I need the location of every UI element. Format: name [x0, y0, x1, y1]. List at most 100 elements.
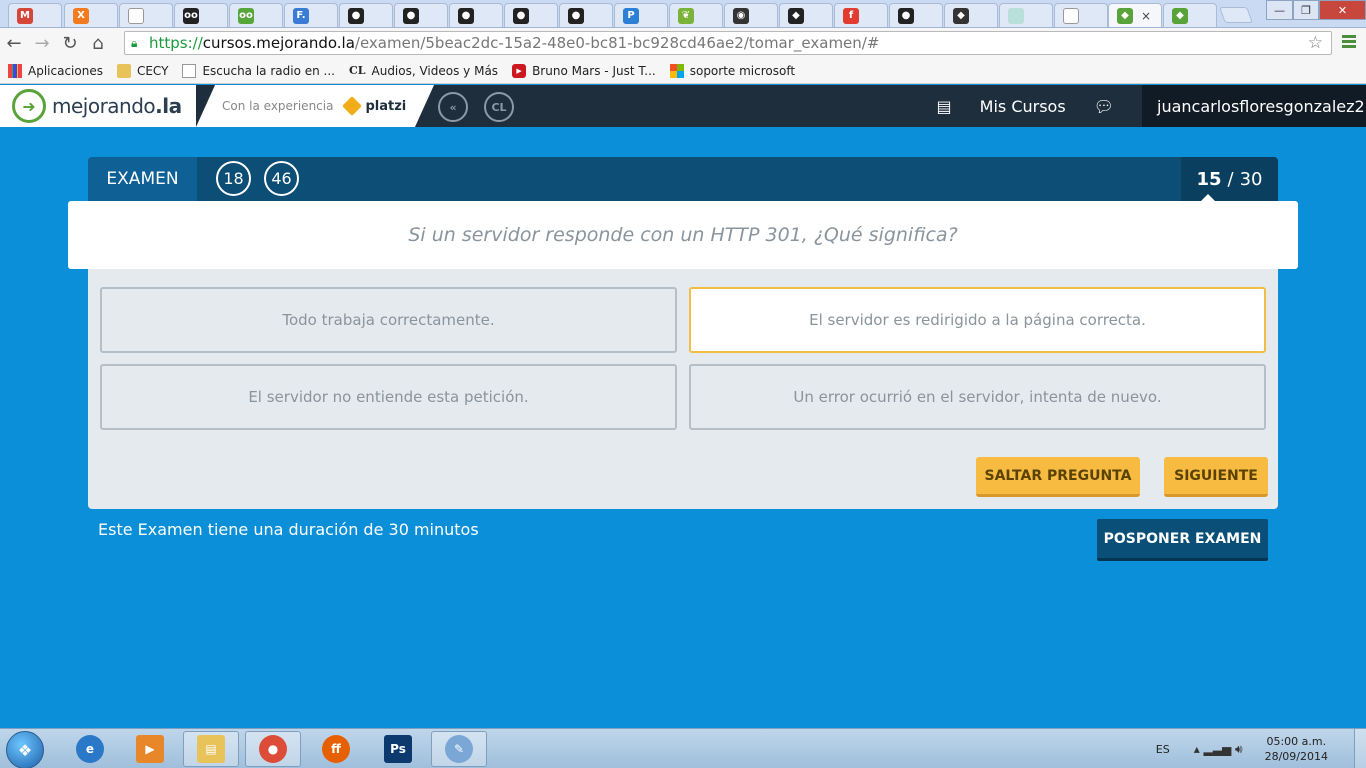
- browser-tab[interactable]: ◆: [944, 3, 998, 27]
- browser-tab[interactable]: [999, 3, 1053, 27]
- taskbar-app[interactable]: ✎: [431, 731, 487, 767]
- taskbar-app[interactable]: ●: [245, 731, 301, 767]
- close-window-button[interactable]: ✕: [1319, 0, 1366, 20]
- mejorando-icon: ◆: [1117, 7, 1133, 24]
- answer-option-1[interactable]: Todo trabaja correctamente.: [100, 287, 677, 353]
- taskbar-app[interactable]: e: [62, 731, 118, 767]
- address-bar[interactable]: 🔒︎ https://cursos.mejorando.la/examen/5b…: [124, 31, 1332, 55]
- github-icon: ●: [513, 7, 529, 24]
- bookmark-aplicaciones[interactable]: Aplicaciones: [8, 63, 103, 78]
- browser-tab[interactable]: f: [834, 3, 888, 27]
- blank-page-icon: [1063, 7, 1079, 24]
- url-protocol: https://: [149, 34, 203, 52]
- platzi-logo[interactable]: platzi: [342, 96, 406, 116]
- circle-dot-icon: ◉: [733, 7, 749, 24]
- browser-tab[interactable]: ●: [559, 3, 613, 27]
- youtube-icon: ▶: [512, 63, 527, 78]
- close-tab-icon[interactable]: ×: [1141, 9, 1151, 23]
- language-indicator[interactable]: ES: [1156, 743, 1170, 756]
- page-icon: [182, 63, 197, 78]
- tripadvisor-icon: oo: [183, 7, 199, 24]
- logo-suffix: .la: [155, 94, 182, 118]
- p-letter-icon: P: [623, 7, 639, 24]
- cl-badge-icon[interactable]: CL: [484, 92, 514, 122]
- blank-page-icon: [128, 7, 144, 24]
- browser-tab[interactable]: ◆ ×: [1108, 3, 1162, 27]
- browser-tab[interactable]: P: [614, 3, 668, 27]
- browser-tab[interactable]: ◉: [724, 3, 778, 27]
- skip-question-button[interactable]: SALTAR PREGUNTA: [976, 457, 1140, 497]
- firefox-icon: ff: [322, 735, 350, 763]
- back-chevrons-icon[interactable]: «: [438, 92, 468, 122]
- exam-duration-text: Este Examen tiene una duración de 30 min…: [98, 520, 479, 539]
- bookmark-radio[interactable]: Escucha la radio en ...: [182, 63, 335, 78]
- site-logo[interactable]: ➜ mejorando.la: [0, 85, 196, 127]
- chrome-menu-icon[interactable]: [1342, 35, 1356, 50]
- browser-tab[interactable]: ●: [504, 3, 558, 27]
- taskbar-app[interactable]: ff: [308, 731, 364, 767]
- browser-tab[interactable]: oo: [174, 3, 228, 27]
- browser-tab[interactable]: ❦: [669, 3, 723, 27]
- browser-tab[interactable]: ●: [394, 3, 448, 27]
- answer-option-3[interactable]: El servidor no entiende esta petición.: [100, 364, 677, 430]
- tripadvisor-green-icon: oo: [238, 7, 254, 24]
- notebook-icon[interactable]: ▤: [937, 97, 952, 116]
- bookmark-audios-videos[interactable]: CL Audios, Videos y Más: [349, 64, 498, 78]
- minimize-button[interactable]: —: [1266, 0, 1293, 20]
- taskbar-app[interactable]: ▶: [122, 731, 178, 767]
- new-tab-button[interactable]: [1219, 7, 1253, 23]
- file-explorer-icon: ▤: [197, 735, 225, 763]
- username-menu[interactable]: juancarlosfloresgonzalez2: [1142, 85, 1366, 127]
- maximize-button[interactable]: ❐: [1293, 0, 1319, 20]
- browser-tab[interactable]: F.: [284, 3, 338, 27]
- home-icon[interactable]: ⌂: [84, 29, 112, 57]
- bookmark-star-icon[interactable]: ☆: [1308, 33, 1323, 53]
- browser-tab[interactable]: ●: [449, 3, 503, 27]
- internet-explorer-icon: e: [76, 735, 104, 763]
- reload-icon[interactable]: ↻: [56, 29, 84, 57]
- system-clock[interactable]: 05:00 a.m. 28/09/2014: [1265, 734, 1328, 764]
- answer-option-2[interactable]: El servidor es redirigido a la página co…: [689, 287, 1266, 353]
- show-desktop-button[interactable]: [1354, 729, 1366, 768]
- xampp-icon: X: [73, 7, 89, 24]
- platzi-icon: [342, 96, 363, 116]
- exam-header-bar: EXAMEN 18 46 15/30: [88, 157, 1278, 201]
- paint-icon: ✎: [445, 735, 473, 763]
- browser-tab[interactable]: ◆: [779, 3, 833, 27]
- bookmark-cecy[interactable]: CECY: [116, 63, 168, 78]
- browser-tab[interactable]: oo: [229, 3, 283, 27]
- mis-cursos-link[interactable]: Mis Cursos: [980, 97, 1066, 116]
- browser-tab[interactable]: [1054, 3, 1108, 27]
- back-arrow-icon[interactable]: ←: [0, 29, 28, 57]
- photoshop-icon: Ps: [384, 735, 412, 763]
- browser-tab[interactable]: M: [8, 3, 62, 27]
- postpone-exam-button[interactable]: POSPONER EXAMEN: [1097, 519, 1268, 561]
- browser-tab[interactable]: ◆: [1163, 3, 1217, 27]
- bookmark-soporte-microsoft[interactable]: soporte microsoft: [669, 63, 795, 78]
- chrome-icon: ●: [259, 735, 287, 763]
- browser-tab[interactable]: ●: [889, 3, 943, 27]
- total-questions: 30: [1239, 168, 1263, 190]
- next-button[interactable]: SIGUIENTE: [1164, 457, 1268, 497]
- lock-icon: 🔒︎: [131, 35, 138, 50]
- logo-text: mejorando: [52, 94, 156, 118]
- media-player-icon: ▶: [136, 735, 164, 763]
- github-icon: ●: [403, 7, 419, 24]
- windows-start-button[interactable]: ❖: [6, 731, 44, 768]
- answer-option-4[interactable]: Un error ocurrió en el servidor, intenta…: [689, 364, 1266, 430]
- taskbar-app[interactable]: ▤: [183, 731, 239, 767]
- browser-tab-strip: — ❐ ✕ M Xoo oo F. ● ● ● ● ● P ❦ ◉ ◆ f ● ◆ ◆ × ◆: [0, 0, 1366, 28]
- forward-arrow-icon[interactable]: →: [28, 29, 56, 57]
- browser-tab[interactable]: X: [64, 3, 118, 27]
- chat-bubble-icon[interactable]: 💬︎: [1094, 97, 1114, 116]
- question-counter: 15/30: [1181, 157, 1278, 201]
- browser-tab[interactable]: ●: [339, 3, 393, 27]
- tray-icons[interactable]: ▴ ▂▃▅ 🔊︎: [1194, 742, 1243, 757]
- counter-caret-icon: [1201, 194, 1215, 201]
- bookmark-bruno-mars[interactable]: ▶ Bruno Mars - Just T...: [512, 63, 656, 78]
- system-tray: ES ▴ ▂▃▅ 🔊︎ 05:00 a.m. 28/09/2014: [1156, 729, 1366, 768]
- flash-icon: f: [843, 7, 859, 24]
- github-icon: ●: [568, 7, 584, 24]
- taskbar-app[interactable]: Ps: [370, 731, 426, 767]
- browser-tab[interactable]: [119, 3, 173, 27]
